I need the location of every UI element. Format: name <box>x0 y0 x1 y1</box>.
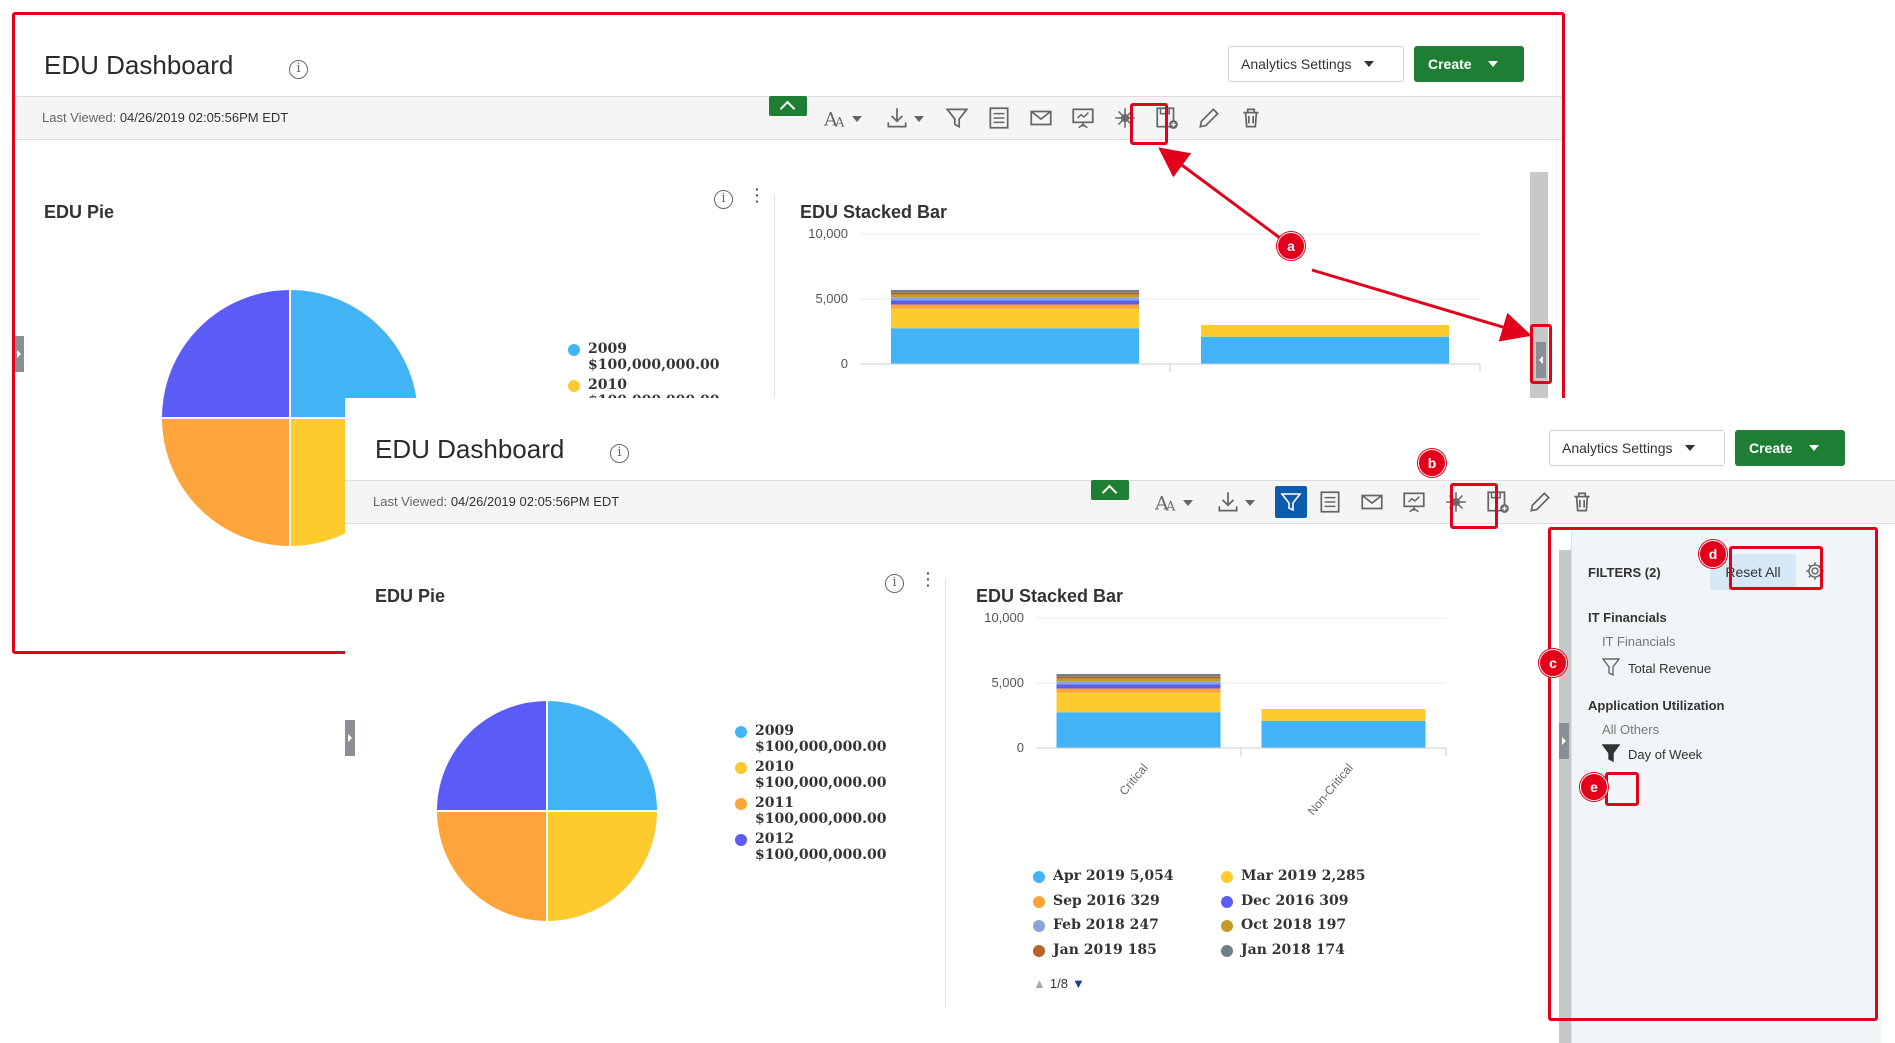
callout-b: b <box>1418 449 1446 477</box>
callout-c: c <box>1539 649 1567 677</box>
callout-e: e <box>1580 773 1608 801</box>
callout-a: a <box>1277 232 1305 260</box>
callout-d: d <box>1699 540 1727 568</box>
annotation-arrows <box>1158 147 1532 342</box>
